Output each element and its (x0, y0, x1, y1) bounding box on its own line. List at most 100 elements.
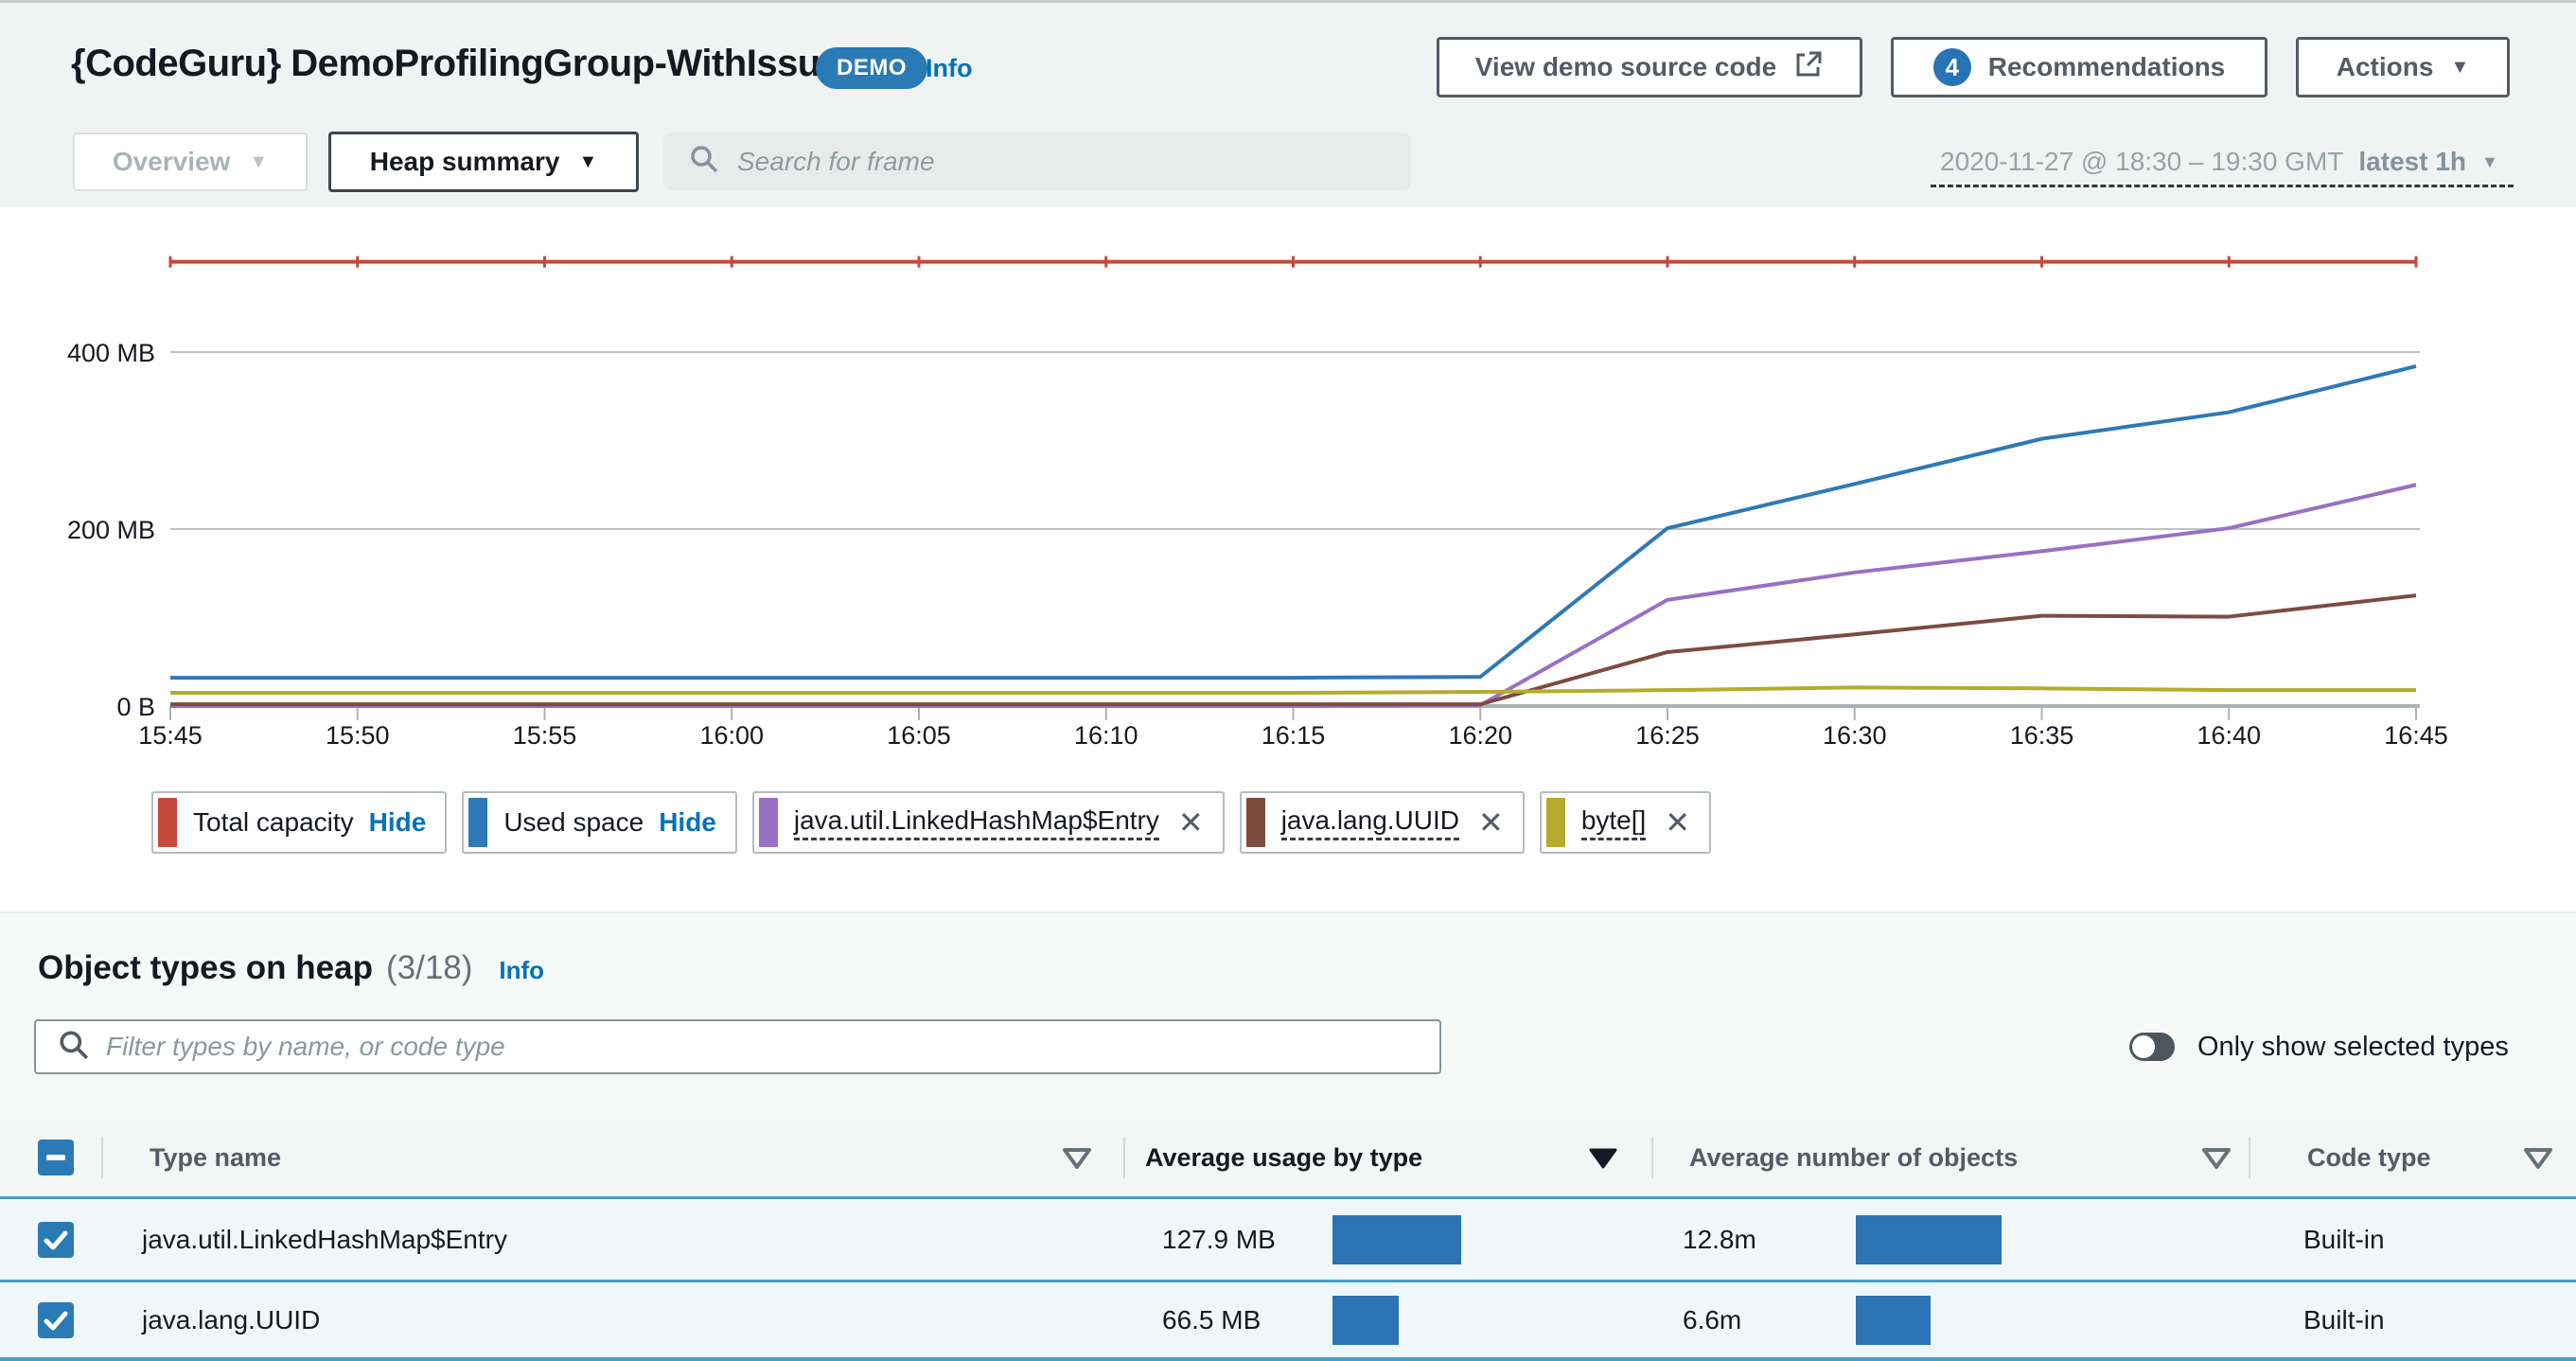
legend-hide-link[interactable]: Hide (369, 807, 427, 838)
toggle-knob (2132, 1035, 2155, 1058)
column-divider (1123, 1137, 1125, 1178)
actions-label: Actions (2336, 52, 2434, 81)
legend-chip: Used space Hide (462, 791, 737, 854)
x-axis-tick-label: 16:00 (699, 721, 764, 750)
view-mode-dropdown[interactable]: Heap summary ▼ (328, 132, 639, 192)
legend-label: java.lang.UUID (1280, 805, 1459, 840)
check-icon (44, 1311, 68, 1330)
filter-icon[interactable] (1062, 1147, 1092, 1175)
chevron-down-icon: ▼ (2450, 57, 2470, 78)
avg-usage-cell: 127.9 MB (1162, 1224, 1276, 1254)
code-type-cell: Built-in (2303, 1304, 2385, 1334)
legend-label: byte[] (1580, 805, 1647, 840)
row-checkbox[interactable] (38, 1221, 74, 1258)
x-axis-tick-label: 15:55 (513, 721, 577, 750)
column-header-type-name[interactable]: Type name (150, 1120, 281, 1196)
x-axis-tick-label: 16:10 (1074, 721, 1138, 750)
recommendations-count-badge: 4 (1932, 48, 1971, 86)
filter-icon[interactable] (2201, 1147, 2232, 1175)
table-row[interactable]: java.util.LinkedHashMap$Entry 127.9 MB 12.… (0, 1196, 2576, 1280)
x-axis-tick-label: 15:45 (138, 721, 203, 750)
frame-search-input[interactable] (737, 146, 1411, 177)
time-range-text: 2020-11-27 @ 18:30 – 19:30 GMT (1940, 147, 2344, 176)
legend-color-swatch (468, 798, 488, 847)
legend-label: Total capacity (193, 807, 354, 837)
legend-hide-link[interactable]: Hide (659, 807, 716, 838)
close-icon[interactable]: ✕ (1478, 807, 1504, 838)
only-selected-toggle-label: Only show selected types (2197, 1032, 2509, 1062)
avg-objects-cell: 12.8m (1683, 1224, 1756, 1254)
usage-bar (1332, 1214, 1461, 1264)
type-filter-input[interactable] (106, 1032, 1439, 1062)
type-name-cell: java.lang.UUID (142, 1304, 321, 1334)
legend-chip: byte[] ✕ (1539, 791, 1712, 854)
x-axis-tick-label: 16:45 (2384, 721, 2448, 750)
column-header-code-type[interactable]: Code type (2307, 1120, 2431, 1196)
view-demo-source-label: View demo source code (1474, 52, 1777, 81)
indeterminate-icon (46, 1155, 65, 1160)
chart-line-java-util-linkedhashmap-entry (170, 483, 2417, 708)
view-mode-label: Heap summary (369, 147, 560, 176)
column-header-avg-objects[interactable]: Average number of objects (1689, 1120, 2018, 1196)
x-axis-tick-label: 16:20 (1448, 721, 1512, 750)
type-name-cell: java.util.LinkedHashMap$Entry (142, 1224, 507, 1254)
column-divider (2249, 1137, 2250, 1178)
x-axis-tick-label: 16:05 (887, 721, 951, 750)
x-axis-tick-label: 16:35 (2010, 721, 2074, 750)
avg-usage-cell: 66.5 MB (1162, 1304, 1262, 1334)
table-header: Type name Average usage by type Average … (0, 1120, 2576, 1196)
legend-color-swatch (758, 798, 778, 847)
x-axis-tick-label: 16:25 (1635, 721, 1700, 750)
select-all-checkbox[interactable] (38, 1140, 74, 1175)
frame-search-box (663, 133, 1411, 190)
table-row[interactable]: java.lang.UUID 66.5 MB 6.6m Built-in (0, 1280, 2576, 1361)
codeguru-profiler-page: {CodeGuru} DemoProfilingGroup-WithIssues… (0, 0, 2576, 1361)
y-axis-tick-label: 0 B (116, 693, 155, 721)
legend-color-swatch (1245, 798, 1265, 847)
legend-chip: Total capacity Hide (151, 791, 448, 854)
x-axis-tick-label: 16:30 (1823, 721, 1887, 750)
x-axis-tick-label: 16:15 (1262, 721, 1326, 750)
heap-summary-chart: 0 B 200 MB 400 MB 15:45 15:50 15:55 16:00 16:05… (67, 256, 2448, 750)
external-link-icon (1793, 49, 1824, 86)
object-types-table-body: java.util.LinkedHashMap$Entry 127.9 MB 12.… (0, 1196, 2576, 1361)
column-divider (1651, 1137, 1653, 1178)
row-checkbox[interactable] (38, 1301, 74, 1338)
filter-icon[interactable] (2523, 1147, 2553, 1175)
legend-chip: java.util.LinkedHashMap$Entry ✕ (751, 791, 1225, 854)
search-icon (688, 143, 720, 180)
search-icon (57, 1028, 91, 1067)
recommendations-button[interactable]: 4 Recommendations (1891, 37, 2267, 97)
object-types-title: Object types on heap (38, 949, 373, 986)
code-type-cell: Built-in (2303, 1224, 2385, 1254)
usage-bar (1332, 1295, 1399, 1345)
demo-badge: DEMO (816, 47, 927, 89)
overview-label: Overview (112, 147, 231, 176)
objects-bar (1856, 1214, 2002, 1264)
avg-objects-cell: 6.6m (1683, 1304, 1742, 1334)
legend-chip: java.lang.UUID ✕ (1239, 791, 1525, 854)
close-icon[interactable]: ✕ (1178, 807, 1204, 838)
close-icon[interactable]: ✕ (1665, 807, 1690, 838)
view-demo-source-button[interactable]: View demo source code (1437, 37, 1862, 97)
only-selected-toggle[interactable] (2129, 1033, 2175, 1061)
chevron-down-icon: ▼ (578, 151, 598, 172)
type-filter-box (34, 1019, 1441, 1074)
objects-bar (1856, 1295, 1931, 1345)
overview-dropdown[interactable]: Overview ▼ (73, 133, 308, 191)
chart-line-used-space (170, 364, 2417, 680)
column-header-avg-usage[interactable]: Average usage by type (1145, 1120, 1422, 1196)
sort-descending-icon[interactable] (1588, 1147, 1618, 1175)
object-types-info-link[interactable]: Info (499, 956, 544, 985)
page-header: {CodeGuru} DemoProfilingGroup-WithIssues… (0, 0, 2576, 207)
page-title: {CodeGuru} DemoProfilingGroup-WithIssues (71, 43, 862, 84)
y-axis-tick-label: 200 MB (67, 516, 155, 544)
time-range-selector[interactable]: 2020-11-27 @ 18:30 – 19:30 GMT latest 1h… (1931, 147, 2514, 177)
x-axis-tick-label: 16:40 (2197, 721, 2261, 750)
header-info-link[interactable]: Info (926, 54, 972, 83)
header-actions: View demo source code 4 Recommendations … (1437, 37, 2510, 97)
legend-label: Used space (503, 807, 644, 837)
check-icon (44, 1230, 68, 1249)
time-preset-label: latest 1h (2358, 147, 2466, 176)
actions-button[interactable]: Actions ▼ (2296, 37, 2510, 97)
